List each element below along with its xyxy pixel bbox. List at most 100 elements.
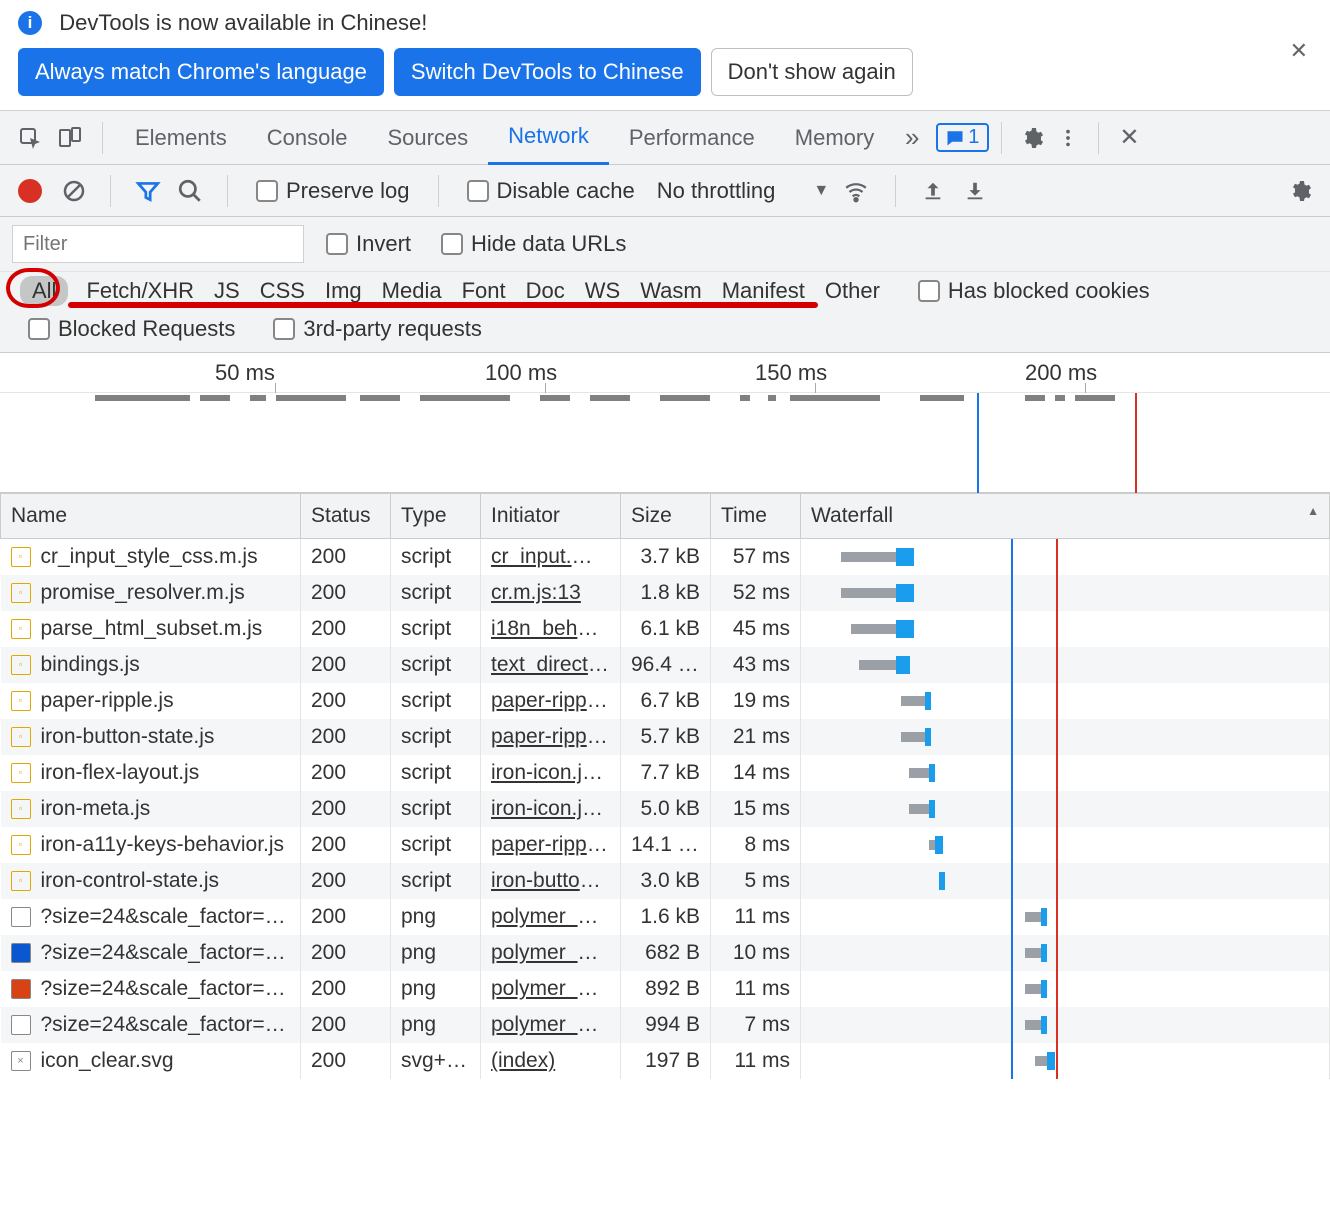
- waterfall-cell: [801, 719, 1330, 755]
- request-status: 200: [301, 827, 391, 863]
- close-devtools-icon[interactable]: ✕: [1111, 120, 1147, 156]
- filter-chip-doc[interactable]: Doc: [524, 276, 567, 306]
- initiator-link[interactable]: iron-button-…: [491, 869, 619, 892]
- dont-show-button[interactable]: Don't show again: [711, 48, 913, 96]
- filter-input[interactable]: [12, 225, 304, 263]
- search-icon[interactable]: [177, 178, 203, 204]
- inspect-icon[interactable]: [12, 120, 48, 156]
- infobar-close-icon[interactable]: ✕: [1290, 38, 1308, 64]
- col-type[interactable]: Type: [391, 494, 481, 539]
- request-row[interactable]: ◦iron-button-state.js200scriptpaper-ripp…: [1, 719, 1330, 755]
- tab-elements[interactable]: Elements: [115, 111, 247, 165]
- filter-chip-font[interactable]: Font: [460, 276, 508, 306]
- tab-network[interactable]: Network: [488, 111, 609, 165]
- switch-language-button[interactable]: Switch DevTools to Chinese: [394, 48, 701, 96]
- initiator-link[interactable]: iron-icon.js:11: [491, 761, 620, 784]
- request-row[interactable]: ?size=24&scale_factor=…200pngpolymer_bu……: [1, 1007, 1330, 1043]
- import-har-icon[interactable]: [922, 180, 944, 202]
- request-name: iron-a11y-keys-behavior.js: [41, 833, 285, 857]
- initiator-link[interactable]: polymer_bu…: [491, 1013, 621, 1036]
- col-initiator[interactable]: Initiator: [481, 494, 621, 539]
- request-type: script: [391, 827, 481, 863]
- filter-chip-wasm[interactable]: Wasm: [638, 276, 704, 306]
- tabs-overflow-icon[interactable]: »: [894, 122, 930, 153]
- col-status[interactable]: Status: [301, 494, 391, 539]
- request-row[interactable]: ◦paper-ripple.js200scriptpaper-ripple…6.…: [1, 683, 1330, 719]
- request-status: 200: [301, 575, 391, 611]
- initiator-link[interactable]: polymer_bu…: [491, 905, 621, 928]
- initiator-link[interactable]: paper-ripple…: [491, 725, 621, 748]
- invert-checkbox[interactable]: Invert: [326, 231, 411, 257]
- blocked-requests-checkbox[interactable]: Blocked Requests: [28, 316, 235, 342]
- record-button[interactable]: [18, 179, 42, 203]
- export-har-icon[interactable]: [964, 180, 986, 202]
- col-waterfall[interactable]: Waterfall: [801, 494, 1330, 539]
- initiator-link[interactable]: paper-ripple…: [491, 689, 621, 712]
- initiator-link[interactable]: text_directio…: [491, 653, 621, 676]
- filter-chip-manifest[interactable]: Manifest: [720, 276, 807, 306]
- initiator-link[interactable]: (index): [491, 1049, 555, 1072]
- request-row[interactable]: ◦iron-meta.js200scriptiron-icon.js:135.0…: [1, 791, 1330, 827]
- initiator-link[interactable]: paper-ripple…: [491, 833, 621, 856]
- request-row[interactable]: ◦cr_input_style_css.m.js200scriptcr_inpu…: [1, 539, 1330, 576]
- request-size: 5.7 kB: [621, 719, 711, 755]
- initiator-link[interactable]: cr_input.m.js…: [491, 545, 621, 568]
- filter-chip-js[interactable]: JS: [212, 276, 242, 306]
- device-toggle-icon[interactable]: [52, 120, 88, 156]
- settings-icon[interactable]: [1014, 120, 1050, 156]
- request-name: icon_clear.svg: [41, 1049, 174, 1073]
- request-row[interactable]: ◦bindings.js200scripttext_directio…96.4 …: [1, 647, 1330, 683]
- filter-chip-all[interactable]: All: [20, 276, 68, 306]
- tab-memory[interactable]: Memory: [775, 111, 894, 165]
- request-row[interactable]: ◦parse_html_subset.m.js200scripti18n_beh…: [1, 611, 1330, 647]
- filter-chip-img[interactable]: Img: [323, 276, 364, 306]
- request-row[interactable]: ?size=24&scale_factor=…200pngpolymer_bu……: [1, 935, 1330, 971]
- filter-chip-other[interactable]: Other: [823, 276, 882, 306]
- initiator-link[interactable]: iron-icon.js:13: [491, 797, 621, 820]
- initiator-link[interactable]: cr.m.js:13: [491, 581, 581, 604]
- tab-sources[interactable]: Sources: [367, 111, 488, 165]
- timeline-overview[interactable]: 50 ms100 ms150 ms200 ms: [0, 353, 1330, 493]
- clear-button[interactable]: [62, 179, 86, 203]
- request-status: 200: [301, 1043, 391, 1079]
- tab-console[interactable]: Console: [247, 111, 368, 165]
- has-blocked-cookies-checkbox[interactable]: Has blocked cookies: [918, 278, 1150, 304]
- initiator-link[interactable]: polymer_bu…: [491, 977, 621, 1000]
- filter-chip-css[interactable]: CSS: [258, 276, 307, 306]
- third-party-checkbox[interactable]: 3rd-party requests: [273, 316, 482, 342]
- filter-toggle-icon[interactable]: [135, 178, 161, 204]
- col-name[interactable]: Name: [1, 494, 301, 539]
- throttling-select[interactable]: No throttling ▼: [657, 178, 829, 204]
- filter-chip-media[interactable]: Media: [380, 276, 444, 306]
- initiator-link[interactable]: i18n_behavi…: [491, 617, 621, 640]
- request-type: script: [391, 539, 481, 576]
- filter-chip-ws[interactable]: WS: [583, 276, 622, 306]
- always-match-button[interactable]: Always match Chrome's language: [18, 48, 384, 96]
- initiator-link[interactable]: polymer_bu…: [491, 941, 621, 964]
- request-row[interactable]: ◦iron-a11y-keys-behavior.js200scriptpape…: [1, 827, 1330, 863]
- waterfall-cell: [801, 899, 1330, 935]
- filter-chip-fetchxhr[interactable]: Fetch/XHR: [84, 276, 196, 306]
- preserve-log-checkbox[interactable]: Preserve log: [256, 178, 410, 204]
- waterfall-cell: [801, 683, 1330, 719]
- request-row[interactable]: ◦iron-control-state.js200scriptiron-butt…: [1, 863, 1330, 899]
- network-conditions-icon[interactable]: [843, 178, 869, 204]
- col-size[interactable]: Size: [621, 494, 711, 539]
- request-row[interactable]: ◦promise_resolver.m.js200scriptcr.m.js:1…: [1, 575, 1330, 611]
- request-row[interactable]: ?size=24&scale_factor=…200pngpolymer_bu……: [1, 971, 1330, 1007]
- hide-data-urls-checkbox[interactable]: Hide data URLs: [441, 231, 626, 257]
- request-row[interactable]: ◦iron-flex-layout.js200scriptiron-icon.j…: [1, 755, 1330, 791]
- request-name: iron-control-state.js: [41, 869, 220, 893]
- more-menu-icon[interactable]: [1050, 120, 1086, 156]
- request-name: ?size=24&scale_factor=…: [41, 941, 286, 965]
- network-settings-icon[interactable]: [1288, 179, 1312, 203]
- request-size: 6.1 kB: [621, 611, 711, 647]
- request-size: 892 B: [621, 971, 711, 1007]
- col-time[interactable]: Time: [711, 494, 801, 539]
- tab-performance[interactable]: Performance: [609, 111, 775, 165]
- request-row[interactable]: ?size=24&scale_factor=…200pngpolymer_bu……: [1, 899, 1330, 935]
- request-row[interactable]: ×icon_clear.svg200svg+x…(index)197 B11 m…: [1, 1043, 1330, 1079]
- console-message-badge[interactable]: 1: [936, 123, 989, 152]
- disable-cache-checkbox[interactable]: Disable cache: [467, 178, 635, 204]
- request-type: svg+x…: [391, 1043, 481, 1079]
